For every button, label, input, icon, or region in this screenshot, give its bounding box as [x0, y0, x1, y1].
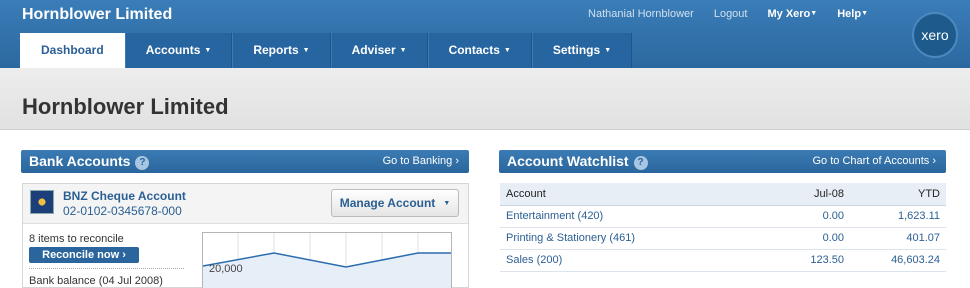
watchlist-title-wrap: Account Watchlist? — [507, 153, 648, 170]
help-icon[interactable]: ? — [633, 156, 648, 170]
account-link[interactable]: Printing & Stationery (461) — [500, 227, 760, 249]
bank-account-number[interactable]: 02-0102-0345678-000 — [63, 204, 182, 218]
user-name-link[interactable]: Nathanial Hornblower — [588, 8, 694, 20]
bank-balance-label: Bank balance (04 Jul 2008) — [29, 275, 163, 287]
table-row: Entertainment (420) 0.00 1,623.11 — [500, 205, 946, 227]
watchlist-header: Account Watchlist? Go to Chart of Accoun… — [499, 150, 946, 173]
help-label: Help — [837, 8, 862, 20]
my-xero-menu[interactable]: My Xero▼ — [767, 8, 817, 20]
watchlist-title: Account Watchlist — [507, 153, 629, 169]
chevron-down-icon: ▼ — [604, 47, 612, 54]
tab-contacts[interactable]: Contacts ▼ — [427, 33, 532, 68]
table-row: Printing & Stationery (461) 0.00 401.07 — [500, 227, 946, 249]
title-band: Hornblower Limited — [0, 68, 970, 130]
help-icon[interactable]: ? — [135, 156, 150, 170]
tab-label: Contacts — [448, 43, 500, 57]
page-title: Hornblower Limited — [22, 94, 229, 119]
tab-label: Dashboard — [41, 43, 104, 57]
reconcile-now-button[interactable]: Reconcile now › — [29, 247, 139, 263]
chevron-down-icon: ▼ — [443, 200, 451, 207]
bank-accounts-title-wrap: Bank Accounts? — [29, 153, 150, 170]
tab-settings[interactable]: Settings ▼ — [531, 33, 633, 68]
logout-link[interactable]: Logout — [714, 8, 748, 20]
tab-adviser[interactable]: Adviser ▼ — [330, 33, 428, 68]
chevron-down-icon: ▼ — [503, 47, 511, 54]
manage-account-button[interactable]: Manage Account ▼ — [331, 189, 459, 217]
tab-label: Accounts — [145, 43, 201, 57]
top-links: Nathanial Hornblower Logout My Xero▼ Hel… — [588, 8, 868, 20]
ytd-value[interactable]: 46,603.24 — [850, 249, 946, 271]
tab-reports[interactable]: Reports ▼ — [232, 33, 331, 68]
ytd-value[interactable]: 401.07 — [850, 227, 946, 249]
go-to-banking-link[interactable]: Go to Banking › — [383, 155, 459, 167]
tab-label: Reports — [253, 43, 299, 57]
help-menu[interactable]: Help▼ — [837, 8, 868, 20]
manage-account-label: Manage Account — [339, 196, 436, 210]
bank-account-card: BNZ Cheque Account 02-0102-0345678-000 M… — [22, 183, 469, 288]
account-link[interactable]: Sales (200) — [500, 249, 760, 271]
chevron-down-icon: ▼ — [302, 47, 310, 54]
column-header-month: Jul-08 — [814, 187, 844, 200]
my-xero-label: My Xero — [767, 8, 811, 20]
tab-label: Settings — [552, 43, 601, 57]
main-nav-tabs: Dashboard Accounts ▼ Reports ▼ Adviser ▼ Co… — [20, 33, 633, 68]
tab-dashboard[interactable]: Dashboard — [20, 33, 125, 68]
org-name[interactable]: Hornblower Limited — [22, 6, 172, 24]
go-to-chart-of-accounts-link[interactable]: Go to Chart of Accounts › — [812, 155, 936, 167]
balance-chart: 20,000 — [202, 232, 452, 288]
bank-accounts-title: Bank Accounts — [29, 153, 131, 169]
bank-account-name[interactable]: BNZ Cheque Account — [63, 189, 186, 203]
reconcile-count: 8 items to reconcile — [29, 233, 124, 245]
column-header-ytd: YTD — [918, 187, 940, 200]
chart-tick-label: 20,000 — [209, 263, 243, 275]
account-link[interactable]: Entertainment (420) — [500, 205, 760, 227]
tab-label: Adviser — [351, 43, 396, 57]
table-row: Sales (200) 123.50 46,603.24 — [500, 249, 946, 271]
divider — [29, 268, 184, 269]
bank-account-summary: BNZ Cheque Account 02-0102-0345678-000 M… — [23, 184, 468, 224]
xero-logo[interactable]: xero — [912, 12, 958, 58]
month-value[interactable]: 0.00 — [760, 205, 850, 227]
watchlist-table: Account Jul-08 YTD Entertainment (420) 0… — [500, 183, 946, 272]
chevron-down-icon: ▼ — [861, 10, 868, 17]
month-value[interactable]: 0.00 — [760, 227, 850, 249]
table-header-row: Account Jul-08 YTD — [500, 183, 946, 205]
chevron-down-icon: ▼ — [399, 47, 407, 54]
top-bar: Hornblower Limited Nathanial Hornblower … — [0, 0, 970, 68]
tab-accounts[interactable]: Accounts ▼ — [124, 33, 233, 68]
chevron-down-icon: ▼ — [810, 10, 818, 17]
bank-logo-icon — [30, 190, 54, 214]
column-header-account: Account — [506, 187, 546, 200]
chevron-down-icon: ▼ — [204, 47, 212, 54]
ytd-value[interactable]: 1,623.11 — [850, 205, 946, 227]
month-value[interactable]: 123.50 — [760, 249, 850, 271]
bank-accounts-header: Bank Accounts? Go to Banking › — [21, 150, 469, 173]
